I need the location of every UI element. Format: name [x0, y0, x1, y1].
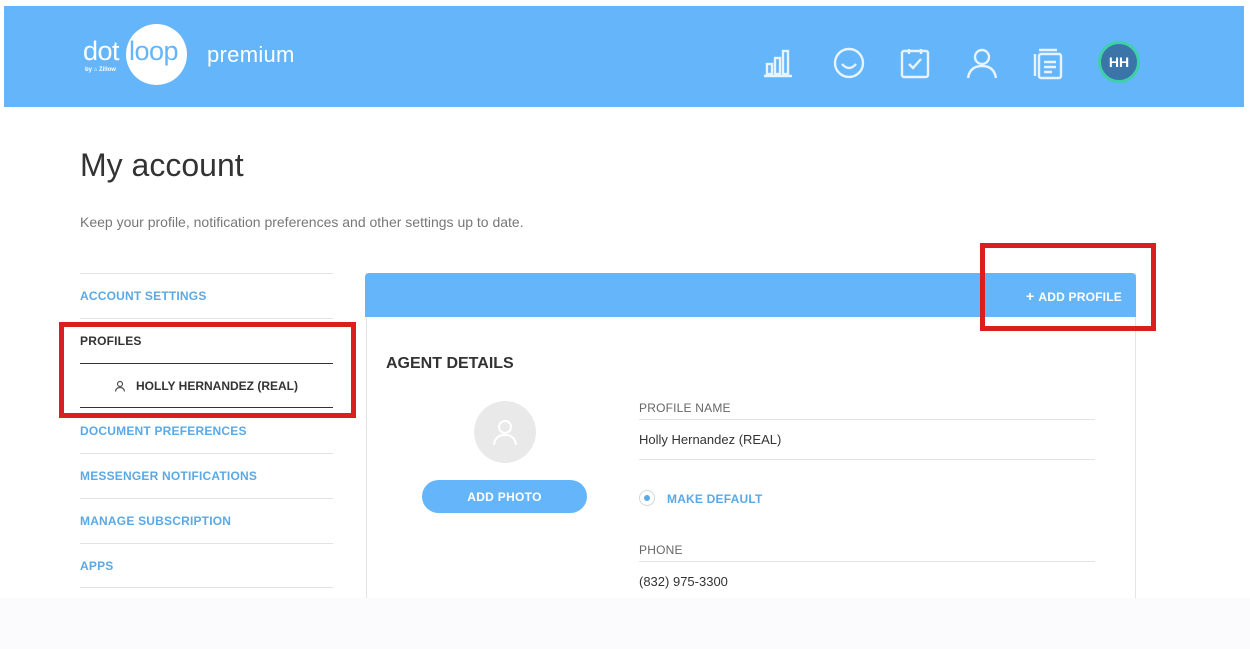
account-sidebar: ACCOUNT SETTINGS PROFILES HOLLY HERNANDE…	[80, 273, 333, 588]
page-subtitle: Keep your profile, notification preferen…	[80, 214, 524, 230]
sidebar-item-apps[interactable]: APPS	[80, 543, 333, 588]
person-icon	[493, 420, 517, 446]
make-default-radio[interactable]	[639, 490, 655, 506]
section-title: AGENT DETAILS	[386, 355, 514, 372]
make-default-label[interactable]: MAKE DEFAULT	[667, 492, 763, 506]
phone-label: PHONE	[639, 543, 683, 557]
bar-chart-icon[interactable]	[761, 46, 795, 80]
highlight-box-add-profile	[980, 243, 1156, 331]
field-divider	[639, 419, 1095, 420]
field-divider	[639, 459, 1095, 460]
plan-label: premium	[207, 42, 295, 67]
logo-loop-text[interactable]: loop	[129, 36, 179, 67]
phone-value[interactable]: (832) 975-3300	[639, 574, 728, 589]
smiley-icon[interactable]	[832, 46, 866, 80]
sidebar-item-messenger-notifications[interactable]: MESSENGER NOTIFICATIONS	[80, 453, 333, 498]
person-icon[interactable]	[965, 46, 999, 80]
documents-icon[interactable]	[1031, 46, 1065, 80]
checkbox-icon[interactable]	[898, 46, 932, 80]
sidebar-item-account-settings[interactable]: ACCOUNT SETTINGS	[80, 273, 333, 318]
logo-by-zillow: by ⌂ Zillow	[85, 67, 116, 73]
logo-dot-text[interactable]: dot	[83, 36, 120, 67]
top-header: dot loop by ⌂ Zillow premium HH	[4, 6, 1244, 107]
field-divider	[639, 561, 1095, 562]
profile-photo-placeholder	[474, 401, 536, 463]
page-title: My account	[80, 147, 244, 183]
bottom-fade	[0, 598, 1250, 649]
profile-name-label: PROFILE NAME	[639, 401, 731, 415]
sidebar-item-manage-subscription[interactable]: MANAGE SUBSCRIPTION	[80, 498, 333, 543]
user-avatar[interactable]: HH	[1098, 41, 1140, 83]
profile-name-value[interactable]: Holly Hernandez (REAL)	[639, 432, 781, 447]
add-photo-button[interactable]: ADD PHOTO	[422, 480, 587, 513]
radio-dot	[644, 495, 650, 501]
highlight-box-profiles	[59, 322, 356, 418]
